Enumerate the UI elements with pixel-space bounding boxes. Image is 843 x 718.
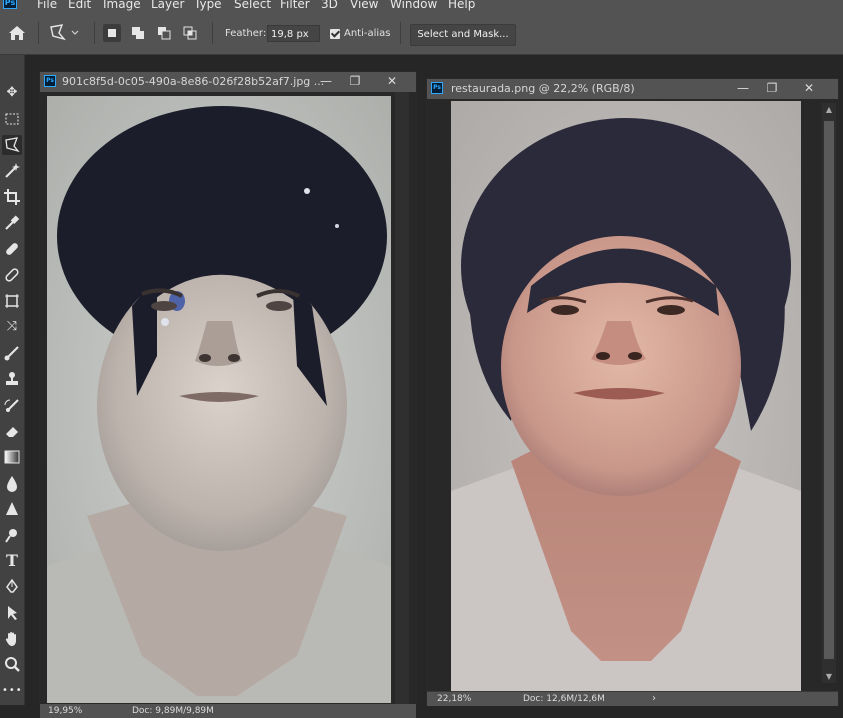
minimize-icon[interactable]: —	[316, 73, 336, 90]
divider	[212, 22, 213, 44]
gradient-tool-icon[interactable]	[2, 447, 22, 467]
menu-filter[interactable]: Filter	[280, 0, 310, 11]
zoom-tool-icon[interactable]	[2, 655, 22, 675]
status-menu-arrow-icon[interactable]: ›	[652, 692, 656, 706]
right-zoom-level[interactable]: 22,18%	[437, 692, 471, 706]
close-icon[interactable]: ✕	[382, 73, 402, 90]
right-canvas-area[interactable]: ▲ ▼	[427, 99, 838, 691]
add-selection-icon	[132, 27, 144, 39]
left-status-bar: 19,95% Doc: 9,89M/9,89M	[40, 704, 416, 718]
subtract-selection-mode-button[interactable]	[155, 24, 173, 42]
left-document-window: Ps 901c8f5d-0c05-490a-8e86-026f28b52af7.…	[39, 71, 417, 718]
menu-3d[interactable]: 3D	[321, 0, 338, 11]
new-selection-icon	[108, 29, 116, 37]
select-and-mask-button[interactable]: Select and Mask...	[410, 24, 516, 46]
left-document-titlebar[interactable]: Ps 901c8f5d-0c05-490a-8e86-026f28b52af7.…	[40, 72, 416, 92]
right-vertical-scrollbar[interactable]: ▲ ▼	[822, 103, 836, 683]
home-icon[interactable]	[8, 25, 26, 41]
add-selection-mode-button[interactable]	[129, 24, 147, 42]
lasso-tool-icon[interactable]	[2, 135, 22, 155]
move-tool-icon[interactable]: ✥	[2, 83, 22, 103]
restored-photo[interactable]	[451, 101, 801, 691]
clone-stamp-tool-icon[interactable]	[2, 369, 22, 389]
close-icon[interactable]: ✕	[799, 80, 819, 97]
eraser-tool-icon[interactable]	[2, 421, 22, 441]
menu-file[interactable]: File	[37, 0, 57, 11]
right-document-window: Ps restaurada.png @ 22,2% (RGB/8) — ❐ ✕	[426, 78, 839, 706]
right-doc-size: Doc: 12,6M/12,6M	[523, 694, 605, 704]
pen-tool-icon[interactable]	[2, 577, 22, 597]
original-photo[interactable]	[47, 96, 391, 703]
feather-input[interactable]: 19,8 px	[267, 25, 320, 42]
options-bar: Feather: 19,8 px Anti-alias Select and M…	[0, 12, 843, 55]
subtract-selection-icon	[158, 27, 171, 40]
new-selection-mode-button[interactable]	[103, 24, 121, 42]
menu-help[interactable]: Help	[448, 0, 475, 11]
divider	[94, 22, 95, 44]
type-tool-icon[interactable]: T	[2, 551, 22, 571]
tools-panel: ✥ ⤨ T •••	[0, 55, 25, 705]
menu-type[interactable]: Type	[194, 0, 222, 11]
right-document-title: restaurada.png @ 22,2% (RGB/8)	[451, 82, 635, 95]
healing-brush-tool-icon[interactable]	[2, 239, 22, 259]
document-ps-icon: Ps	[44, 75, 56, 87]
antialias-checkbox[interactable]	[330, 29, 340, 39]
menu-edit[interactable]: Edit	[68, 0, 91, 11]
divider	[400, 22, 401, 44]
menu-view[interactable]: View	[350, 0, 378, 11]
hand-tool-icon[interactable]	[2, 629, 22, 649]
maximize-icon[interactable]: ❐	[345, 73, 365, 90]
path-selection-tool-icon[interactable]	[2, 603, 22, 623]
menu-bar: Ps File Edit Image Layer Type Select Fil…	[0, 0, 843, 12]
sharpen-tool-icon[interactable]	[2, 499, 22, 519]
left-doc-size: Doc: 9,89M/9,89M	[132, 706, 214, 716]
scroll-up-icon[interactable]: ▲	[822, 105, 836, 114]
more-tools-icon[interactable]: •••	[2, 681, 22, 701]
document-ps-icon: Ps	[431, 82, 443, 94]
menu-select[interactable]: Select	[234, 0, 271, 11]
right-document-titlebar[interactable]: Ps restaurada.png @ 22,2% (RGB/8) — ❐ ✕	[427, 79, 838, 99]
left-canvas-area[interactable]	[40, 92, 416, 704]
crop-tool-icon[interactable]	[2, 187, 22, 207]
left-document-title: 901c8f5d-0c05-490a-8e86-026f28b52af7.jpg…	[62, 75, 325, 88]
left-zoom-level[interactable]: 19,95%	[48, 704, 82, 718]
intersect-selection-icon	[183, 26, 197, 40]
divider	[38, 22, 39, 44]
intersect-selection-mode-button[interactable]	[181, 24, 199, 42]
scroll-down-icon[interactable]: ▼	[822, 672, 836, 681]
dodge-tool-icon[interactable]	[2, 525, 22, 545]
menu-image[interactable]: Image	[103, 0, 141, 11]
left-vertical-scrollbar[interactable]	[395, 92, 409, 704]
photoshop-logo: Ps	[3, 0, 17, 9]
marquee-tool-icon[interactable]	[2, 109, 22, 129]
patch-tool-icon[interactable]	[2, 265, 22, 285]
eyedropper-tool-icon[interactable]	[2, 213, 22, 233]
menu-window[interactable]: Window	[390, 0, 437, 11]
magic-wand-tool-icon[interactable]	[2, 161, 22, 181]
right-scrollbar-thumb[interactable]	[824, 121, 834, 659]
content-aware-move-tool-icon[interactable]: ⤨	[2, 317, 22, 337]
blur-tool-icon[interactable]	[2, 473, 22, 493]
brush-tool-icon[interactable]	[2, 343, 22, 363]
frame-tool-icon[interactable]	[2, 291, 22, 311]
maximize-icon[interactable]: ❐	[762, 80, 782, 97]
history-brush-tool-icon[interactable]	[2, 395, 22, 415]
right-status-bar: 22,18% Doc: 12,6M/12,6M ›	[427, 692, 838, 706]
polygonal-lasso-preset-icon[interactable]	[48, 23, 82, 43]
feather-label: Feather:	[225, 28, 267, 39]
antialias-label: Anti-alias	[344, 28, 391, 39]
minimize-icon[interactable]: —	[733, 80, 753, 97]
menu-layer[interactable]: Layer	[151, 0, 184, 11]
